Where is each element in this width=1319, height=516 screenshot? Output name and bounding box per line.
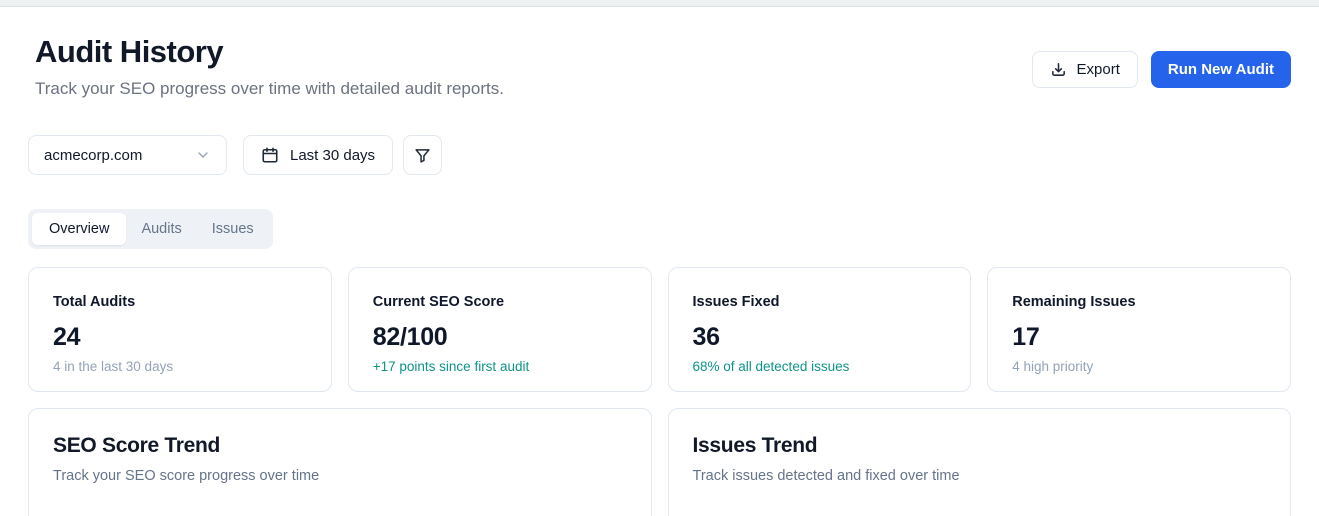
stat-label: Current SEO Score [372, 294, 505, 310]
chart-title: SEO Score Trend [53, 434, 221, 457]
stat-value: 17 [1012, 323, 1040, 351]
top-edge-strip [0, 0, 1319, 7]
stat-value: 24 [53, 323, 81, 351]
stat-label: Remaining Issues [1012, 294, 1136, 310]
chevron-down-icon [195, 147, 211, 163]
filters-row: acmecorp.com Last 30 days [28, 135, 1291, 175]
page-title: Audit History [35, 34, 224, 69]
export-button-label: Export [1076, 61, 1120, 78]
calendar-icon [261, 146, 279, 164]
date-range-button[interactable]: Last 30 days [243, 135, 394, 175]
issues-trend-card: Issues Trend Track issues detected and f… [667, 408, 1291, 516]
seo-score-trend-card: SEO Score Trend Track your SEO score pro… [28, 408, 652, 516]
stat-card-current-seo-score: Current SEO Score 82/100 +17 points sinc… [347, 267, 652, 392]
page-subtitle: Track your SEO progress over time with d… [35, 79, 504, 98]
header-actions: Export Run New Audit [1031, 51, 1291, 88]
site-select[interactable]: acmecorp.com [28, 135, 227, 175]
page-header: Audit History Track your SEO progress ov… [28, 34, 1291, 99]
stat-subtext: +17 points since first audit [372, 359, 530, 374]
stat-card-total-audits: Total Audits 24 4 in the last 30 days [28, 267, 332, 392]
funnel-icon [414, 147, 431, 164]
stats-grid: Total Audits 24 4 in the last 30 days Cu… [28, 267, 1291, 392]
export-button[interactable]: Export [1031, 51, 1138, 88]
chart-subtitle: Track your SEO score progress over time [53, 468, 320, 484]
site-select-value: acmecorp.com [44, 146, 143, 164]
stat-label: Total Audits [53, 294, 136, 310]
run-new-audit-button[interactable]: Run New Audit [1150, 51, 1291, 88]
tab-issues[interactable]: Issues [197, 213, 269, 245]
stat-value: 36 [692, 323, 721, 351]
chart-subtitle: Track issues detected and fixed over tim… [692, 468, 960, 484]
stat-subtext: 4 in the last 30 days [53, 359, 174, 374]
audit-history-page: Audit History Track your SEO progress ov… [0, 34, 1319, 516]
tab-bar: Overview Audits Issues [28, 209, 273, 249]
date-range-label: Last 30 days [290, 146, 376, 164]
tab-audits[interactable]: Audits [126, 213, 196, 245]
stat-value: 82/100 [372, 323, 448, 351]
stat-label: Issues Fixed [692, 294, 780, 310]
charts-grid: SEO Score Trend Track your SEO score pro… [28, 408, 1291, 516]
stat-card-remaining-issues: Remaining Issues 17 4 high priority [987, 267, 1291, 392]
chart-title: Issues Trend [692, 434, 818, 457]
stat-subtext: 4 high priority [1012, 359, 1094, 374]
run-new-audit-label: Run New Audit [1167, 61, 1274, 78]
filter-button[interactable] [403, 135, 443, 175]
stat-card-issues-fixed: Issues Fixed 36 68% of all detected issu… [667, 267, 972, 392]
download-icon [1050, 61, 1067, 78]
tab-overview[interactable]: Overview [32, 213, 127, 245]
page-header-text: Audit History Track your SEO progress ov… [28, 34, 504, 99]
stat-subtext: 68% of all detected issues [692, 359, 850, 374]
